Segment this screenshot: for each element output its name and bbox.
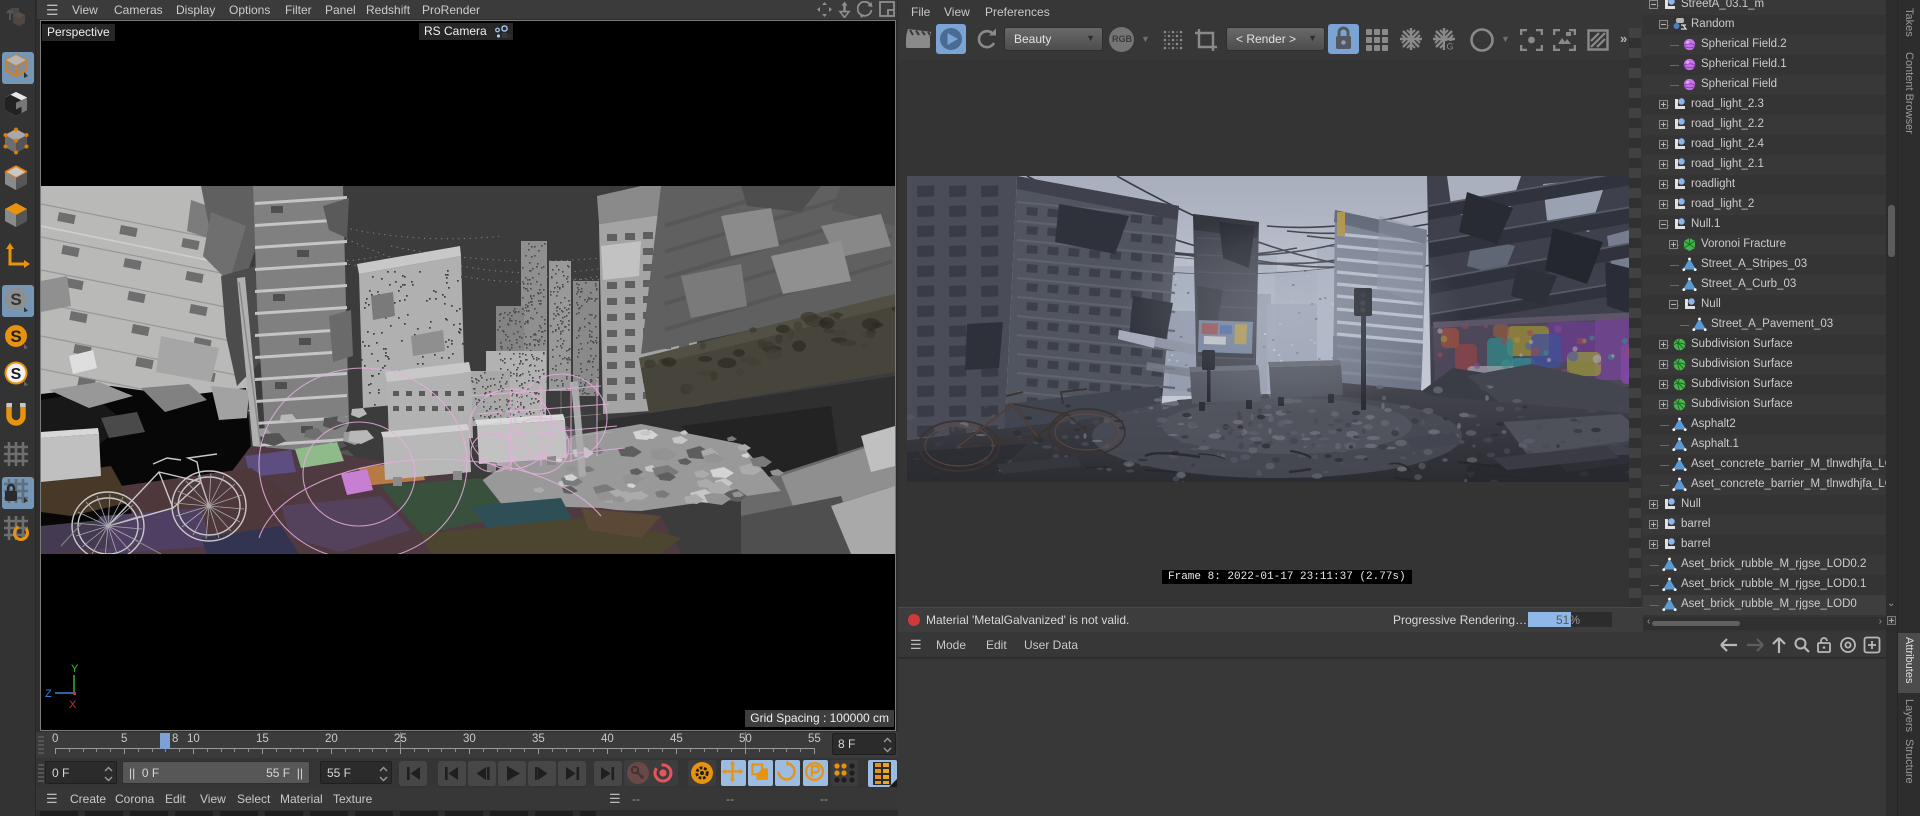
svg-text:S: S xyxy=(10,327,21,346)
svg-text:S: S xyxy=(10,290,21,309)
svg-text:S: S xyxy=(11,366,22,383)
svg-text:Y: Y xyxy=(71,663,79,675)
svg-text:Z: Z xyxy=(45,688,52,700)
svg-text:G: G xyxy=(1446,42,1453,51)
svg-text:X: X xyxy=(69,699,77,711)
